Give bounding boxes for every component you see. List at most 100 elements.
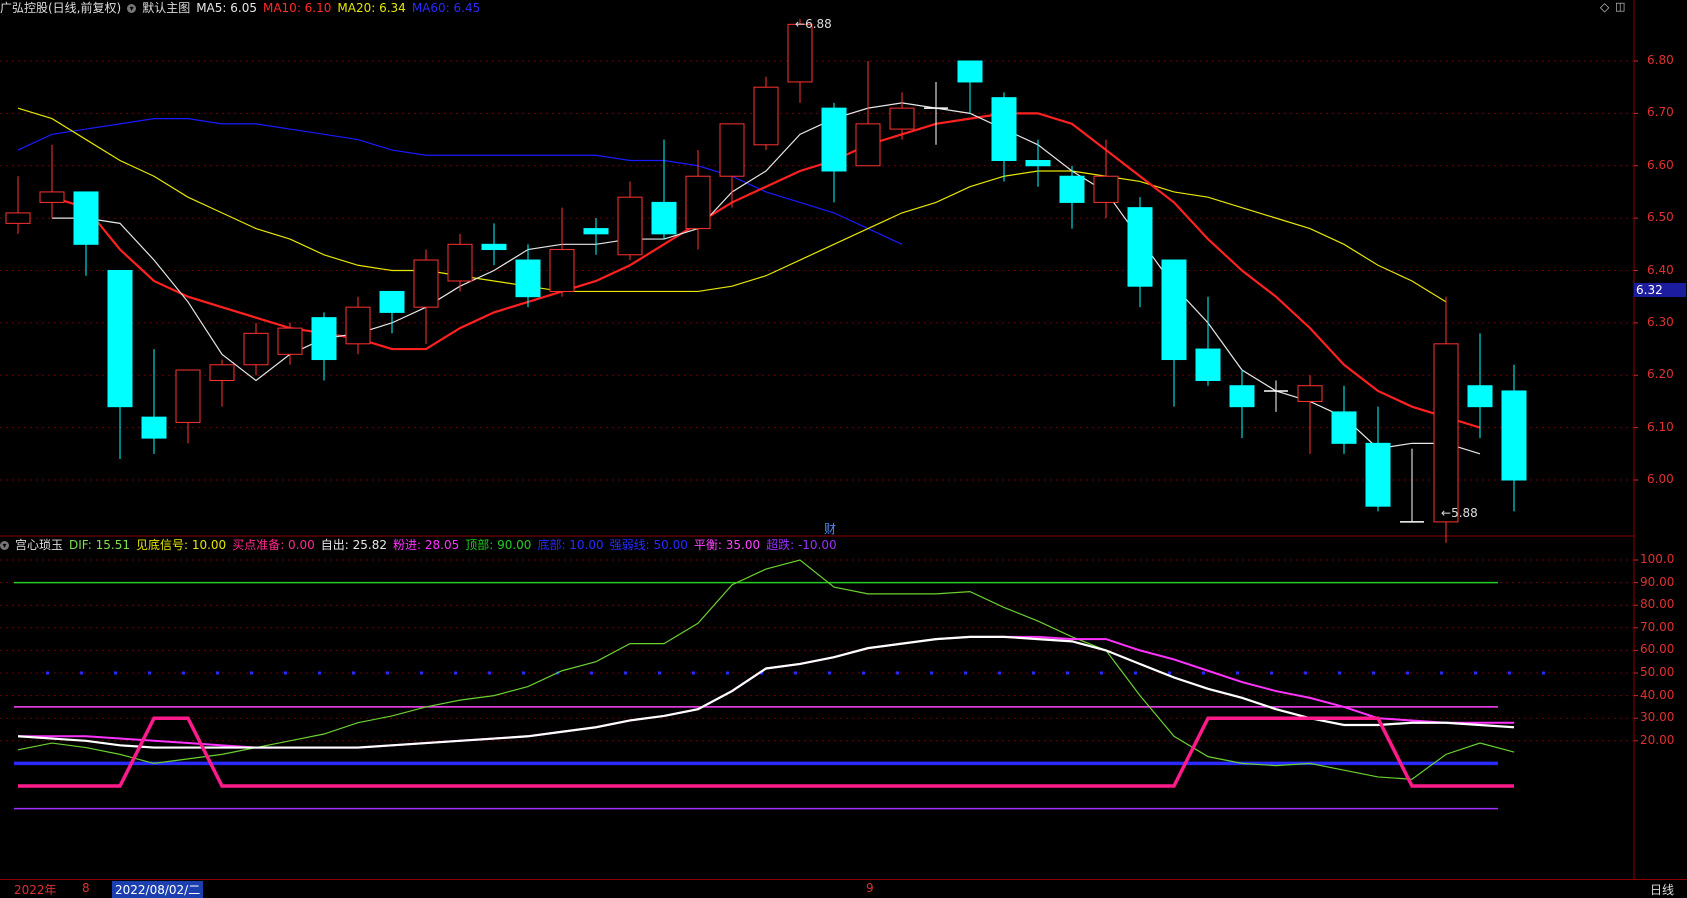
strong-line-dot <box>1270 671 1273 675</box>
restore-window-icon[interactable]: ◫ <box>1615 0 1625 13</box>
price-tick-label: 6.60 <box>1647 157 1674 172</box>
timeline-bar[interactable]: 2022年 8 2022/08/02/二 9 日线 <box>0 879 1687 898</box>
top-value: 顶部: 90.00 <box>465 538 532 552</box>
indicator-tick-label: 30.00 <box>1640 710 1675 725</box>
candle-body <box>515 259 541 298</box>
candle-body <box>617 196 643 256</box>
ma5-value: MA5: 6.05 <box>196 1 257 15</box>
strong-line-dot <box>1134 671 1137 675</box>
price-tick-label: 6.20 <box>1647 367 1674 382</box>
indicator-dropdown-icon[interactable]: ▾ <box>0 540 9 550</box>
strong-line-dot <box>1406 671 1409 675</box>
strong-line-dot <box>726 671 729 675</box>
candle-body <box>991 97 1017 162</box>
candle-body <box>175 369 201 423</box>
ma60-value: MA60: 6.45 <box>411 1 481 15</box>
candle-body <box>107 270 133 408</box>
strong-line-dot <box>318 671 321 675</box>
price-tick-label: 6.70 <box>1647 105 1674 120</box>
selected-date[interactable]: 2022/08/02/二 <box>112 881 204 898</box>
candle-body <box>481 243 507 251</box>
ma5-line <box>52 102 1481 455</box>
strong-line-dot <box>114 671 117 675</box>
strong-line-dot <box>1474 671 1477 675</box>
candle-body <box>277 327 303 355</box>
pink-in-value: 粉进: 28.05 <box>393 538 460 552</box>
candle-body <box>787 23 813 83</box>
template-name[interactable]: 默认主图 <box>142 0 190 16</box>
indicator-tick-label: 80.00 <box>1640 597 1675 612</box>
indicator-name[interactable]: 宫心琐玉 <box>15 537 63 553</box>
arrow-left-icon: ← <box>795 17 806 31</box>
balance-value: 平衡: 35.00 <box>693 538 761 552</box>
strong-line-dot <box>522 671 525 675</box>
indicator-tick-label: 20.00 <box>1640 732 1675 747</box>
candle-body <box>651 201 677 235</box>
indicator-tick-label: 70.00 <box>1640 619 1675 634</box>
strong-line-dot <box>998 671 1001 675</box>
diamond-icon[interactable]: ◇ <box>1600 0 1609 14</box>
price-tick-label: 6.10 <box>1647 419 1674 434</box>
candle-body <box>413 259 439 308</box>
strong-line-dot <box>352 671 355 675</box>
chart-canvas[interactable] <box>0 0 1687 895</box>
candle-body <box>1059 175 1085 203</box>
candle-body <box>5 212 31 224</box>
strong-line-dot <box>1508 671 1511 675</box>
strong-line-dot <box>488 671 491 675</box>
strong-line-dot <box>658 671 661 675</box>
candle-body <box>141 416 167 439</box>
candle-body <box>1433 343 1459 523</box>
arrow-left-icon: ← <box>1441 506 1452 520</box>
strong-line-dot <box>590 671 593 675</box>
candle-body <box>821 107 847 172</box>
strong-line-dot <box>182 671 185 675</box>
candle-body <box>1331 411 1357 444</box>
strong-line-dot <box>284 671 287 675</box>
candle-body <box>583 228 609 235</box>
candle-body <box>73 191 99 245</box>
template-dropdown-icon[interactable]: ▾ <box>127 3 137 13</box>
candle-body <box>39 191 65 203</box>
pink-in-line <box>18 635 1514 749</box>
strong-line-dot <box>1032 671 1035 675</box>
main-chart-header: 广弘控股(日线,前复权) ▾ 默认主图 MA5: 6.05 MA10: 6.10… <box>0 0 486 16</box>
bottom-value: 底部: 10.00 <box>537 538 604 552</box>
oversold-value: 超跌: -10.00 <box>766 538 837 552</box>
low-price-tag: ←5.88 <box>1441 506 1478 520</box>
current-price-label: 6.32 <box>1634 283 1686 297</box>
strong-line-dot <box>1168 671 1171 675</box>
strong-line-dot <box>794 671 797 675</box>
candle-body <box>1467 385 1493 408</box>
price-tick-label: 6.40 <box>1647 262 1674 277</box>
indicator-tick-label: 50.00 <box>1640 665 1675 679</box>
signal-value: 见底信号: 10.00 <box>135 538 227 552</box>
strong-line-dot <box>80 671 83 675</box>
strong-line-dot <box>964 671 967 675</box>
strong-value: 强弱线: 50.00 <box>609 538 688 552</box>
candle-body <box>1297 385 1323 402</box>
strong-line-dot <box>148 671 151 675</box>
strong-line-dot <box>624 671 627 675</box>
candle-body <box>1093 175 1119 203</box>
candle-body <box>855 123 881 167</box>
strong-line-dot <box>420 671 423 675</box>
candle-body <box>1195 348 1221 381</box>
strong-line-dot <box>862 671 865 675</box>
finance-marker[interactable]: 财 <box>824 520 836 537</box>
sell-value: 自出: 25.82 <box>320 538 387 552</box>
indicator-tick-label: 90.00 <box>1640 574 1675 589</box>
sell-line <box>17 635 1515 749</box>
candle-body <box>379 290 405 313</box>
candle-body <box>1365 442 1391 507</box>
candle-body <box>1161 259 1187 361</box>
high-price-tag: ←6.88 <box>795 17 832 31</box>
strong-line-dot <box>216 671 219 675</box>
candle-body <box>1127 207 1153 287</box>
candle-body <box>209 364 235 381</box>
indicator-header: ▾ 宫心琐玉 DIF: 15.51 见底信号: 10.00 买点准备: 0.00… <box>0 537 843 553</box>
period-label[interactable]: 日线 <box>1650 881 1674 898</box>
strong-line-dot <box>1202 671 1205 675</box>
strong-line-dot <box>386 671 389 675</box>
strong-line-dot <box>1100 671 1103 675</box>
